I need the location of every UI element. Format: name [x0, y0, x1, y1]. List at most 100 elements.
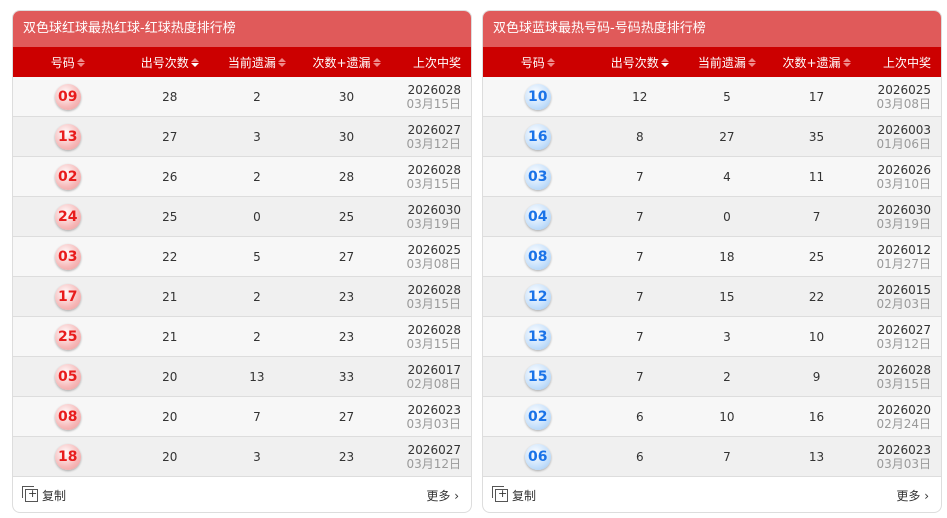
count-plus-miss: 22: [808, 289, 825, 304]
table-row: 06 6 7 13 2026023 03月03日: [483, 437, 941, 477]
count: 20: [162, 369, 178, 384]
count: 6: [635, 409, 644, 424]
sort-icon[interactable]: [190, 57, 199, 67]
current-miss: 13: [249, 369, 265, 384]
blue-ranking-panel: 双色球蓝球最热号码-号码热度排行榜 号码 出号次数 当前遗漏 次数+遗漏 上次中奖 10…: [482, 10, 942, 513]
sort-icon[interactable]: [747, 57, 756, 67]
count-plus-miss: 10: [808, 329, 825, 344]
current-miss: 2: [253, 329, 261, 344]
count-plus-miss: 23: [338, 329, 355, 344]
table-row: 13 27 3 30 2026027 03月12日: [13, 117, 471, 157]
current-miss: 7: [253, 409, 261, 424]
current-miss: 3: [253, 449, 261, 464]
column-header[interactable]: 当前遗漏: [687, 54, 767, 71]
ball-number: 08: [54, 403, 81, 430]
current-miss: 2: [253, 89, 261, 104]
last-draw: 2026012 01月27日: [876, 242, 932, 271]
table-row: 02 6 10 16 2026020 02月24日: [483, 397, 941, 437]
current-miss: 2: [253, 169, 261, 184]
count-plus-miss: 7: [812, 209, 821, 224]
ball-number: 17: [54, 283, 81, 310]
current-miss: 5: [723, 89, 731, 104]
last-draw: 2026027 03月12日: [876, 322, 932, 351]
count: 28: [162, 89, 178, 104]
table-row: 08 20 7 27 2026023 03月03日: [13, 397, 471, 437]
more-link[interactable]: 更多 ›: [426, 487, 459, 504]
ball-number: 02: [54, 163, 81, 190]
copy-icon: [492, 485, 508, 502]
count: 20: [162, 409, 178, 424]
table-row: 09 28 2 30 2026028 03月15日: [13, 77, 471, 117]
count-plus-miss: 23: [338, 289, 355, 304]
count-plus-miss: 11: [808, 169, 825, 184]
ball-number: 24: [54, 203, 81, 230]
table-row: 10 12 5 17 2026025 03月08日: [483, 77, 941, 117]
count-plus-miss: 27: [338, 249, 355, 264]
column-header[interactable]: 当前遗漏: [217, 54, 297, 71]
count: 7: [635, 169, 644, 184]
column-header[interactable]: 次数+遗漏: [767, 54, 867, 71]
last-draw: 2026030 03月19日: [406, 202, 462, 231]
last-draw: 2026003 01月06日: [876, 122, 932, 151]
count: 21: [162, 329, 178, 344]
count: 12: [632, 89, 648, 104]
current-miss: 0: [723, 209, 731, 224]
sort-icon[interactable]: [546, 57, 555, 67]
count-plus-miss: 35: [808, 129, 825, 144]
count-plus-miss: 13: [808, 449, 825, 464]
sort-icon[interactable]: [372, 57, 381, 67]
last-draw: 2026026 03月10日: [876, 162, 932, 191]
table-row: 03 7 4 11 2026026 03月10日: [483, 157, 941, 197]
column-header[interactable]: 号码: [483, 54, 593, 71]
count-plus-miss: 25: [808, 249, 825, 264]
count: 7: [635, 289, 644, 304]
column-header[interactable]: 次数+遗漏: [297, 54, 397, 71]
column-header[interactable]: 号码: [13, 54, 123, 71]
last-draw: 2026025 03月08日: [876, 82, 932, 111]
count-plus-miss: 23: [338, 449, 355, 464]
ball-number: 13: [524, 323, 551, 350]
count: 26: [162, 169, 178, 184]
ball-number: 18: [54, 443, 81, 470]
table-row: 13 7 3 10 2026027 03月12日: [483, 317, 941, 357]
count: 22: [162, 249, 178, 264]
last-draw: 2026023 03月03日: [406, 402, 462, 431]
table-body: 10 12 5 17 2026025 03月08日 16 8 27 35 2026…: [483, 77, 941, 477]
current-miss: 2: [253, 289, 261, 304]
ball-number: 12: [524, 283, 551, 310]
sort-icon[interactable]: [660, 57, 669, 67]
table-header: 号码 出号次数 当前遗漏 次数+遗漏 上次中奖: [13, 47, 471, 77]
last-draw: 2026028 03月15日: [406, 82, 462, 111]
ball-number: 04: [524, 203, 551, 230]
current-miss: 0: [253, 209, 261, 224]
column-header[interactable]: 出号次数: [123, 54, 218, 71]
count: 7: [635, 369, 644, 384]
ball-number: 25: [54, 323, 81, 350]
copy-button[interactable]: 复制: [492, 485, 536, 504]
copy-button[interactable]: 复制: [22, 485, 66, 504]
table-row: 05 20 13 33 2026017 02月08日: [13, 357, 471, 397]
table-row: 03 22 5 27 2026025 03月08日: [13, 237, 471, 277]
ball-number: 10: [524, 83, 551, 110]
column-header: 上次中奖: [413, 55, 462, 70]
ball-number: 03: [54, 243, 81, 270]
ball-number: 09: [54, 83, 81, 110]
count: 7: [635, 209, 644, 224]
sort-icon[interactable]: [277, 57, 286, 67]
last-draw: 2026028 03月15日: [406, 162, 462, 191]
column-header[interactable]: 出号次数: [593, 54, 688, 71]
sort-icon[interactable]: [76, 57, 85, 67]
table-header: 号码 出号次数 当前遗漏 次数+遗漏 上次中奖: [483, 47, 941, 77]
more-link[interactable]: 更多 ›: [896, 487, 929, 504]
sort-icon[interactable]: [842, 57, 851, 67]
current-miss: 27: [719, 129, 735, 144]
ball-number: 15: [524, 363, 551, 390]
count: 25: [162, 209, 178, 224]
ball-number: 13: [54, 123, 81, 150]
current-miss: 15: [719, 289, 735, 304]
count: 7: [635, 249, 644, 264]
panel-title: 双色球蓝球最热号码-号码热度排行榜: [483, 11, 941, 47]
last-draw: 2026023 03月03日: [876, 442, 932, 471]
count: 20: [162, 449, 178, 464]
count: 7: [635, 329, 644, 344]
